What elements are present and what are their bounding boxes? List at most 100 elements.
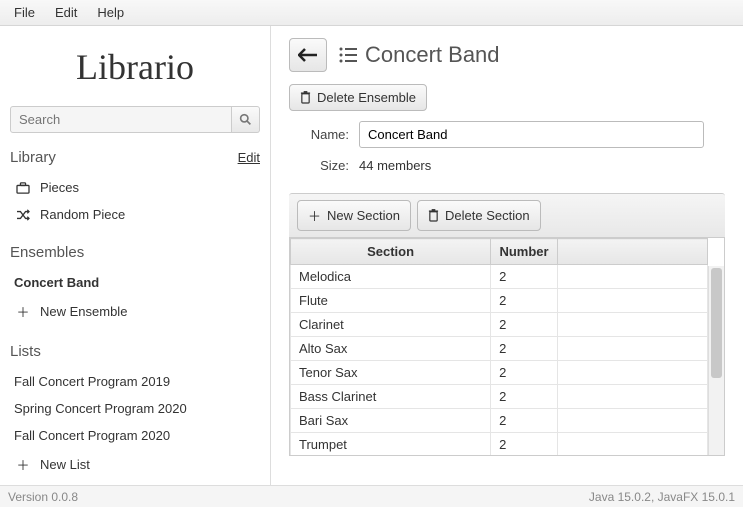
sidebar-item-list[interactable]: Spring Concert Program 2020 [10,395,260,422]
ensembles-header: Ensembles [10,244,260,261]
button-label: Delete Section [445,208,530,223]
new-list-button[interactable]: ＋ New List [10,449,260,480]
cell-blank [557,289,707,313]
page-title-row: Concert Band [339,42,500,68]
size-row: Size: 44 members [289,158,725,173]
form-area: Delete Ensemble Name: Size: 44 members [271,84,743,193]
sidebar-item-concert-band[interactable]: Concert Band [10,269,260,296]
new-ensemble-button[interactable]: ＋ New Ensemble [10,296,260,327]
cell-number[interactable]: 2 [491,409,558,433]
library-header: Library Edit [10,149,260,166]
sidebar-item-random[interactable]: Random Piece [10,201,260,228]
cell-blank [557,313,707,337]
sidebar-item-label: Random Piece [40,207,125,222]
table-row[interactable]: Tenor Sax2 [291,361,708,385]
cell-section[interactable]: Flute [291,289,491,313]
size-label: Size: [289,158,349,173]
menubar: File Edit Help [0,0,743,26]
new-section-button[interactable]: ＋ New Section [297,200,411,231]
search-button[interactable] [232,106,260,133]
table-row[interactable]: Melodica2 [291,265,708,289]
cell-number[interactable]: 2 [491,313,558,337]
sidebar-item-label: Fall Concert Program 2019 [14,374,170,389]
status-runtime: Java 15.0.2, JavaFX 15.0.1 [589,490,735,504]
sidebar-item-list[interactable]: Fall Concert Program 2020 [10,422,260,449]
cell-number[interactable]: 2 [491,385,558,409]
name-label: Name: [289,127,349,142]
sidebar-item-label: Pieces [40,180,79,195]
sidebar-item-list[interactable]: Fall Concert Program 2019 [10,368,260,395]
cell-number[interactable]: 2 [491,361,558,385]
delete-ensemble-button[interactable]: Delete Ensemble [289,84,427,111]
plus-icon: ＋ [14,302,32,321]
lists-header: Lists [10,343,260,360]
size-value: 44 members [359,158,431,173]
table-row[interactable]: Bass Clarinet2 [291,385,708,409]
sidebar-item-label: New List [40,457,90,472]
sidebar-item-label: New Ensemble [40,304,127,319]
sidebar-item-label: Spring Concert Program 2020 [14,401,187,416]
shuffle-icon [14,209,32,221]
cell-section[interactable]: Trumpet [291,433,491,457]
cell-section[interactable]: Bass Clarinet [291,385,491,409]
table-scrollbar[interactable] [708,266,724,455]
cell-section[interactable]: Alto Sax [291,337,491,361]
cell-number[interactable]: 2 [491,265,558,289]
list-icon [339,47,357,63]
menu-help[interactable]: Help [87,1,134,24]
table-row[interactable]: Alto Sax2 [291,337,708,361]
sidebar: Librario Library Edit Pieces Random Piec… [0,26,270,485]
menu-file[interactable]: File [4,1,45,24]
cell-blank [557,409,707,433]
cell-section[interactable]: Bari Sax [291,409,491,433]
search-icon [239,113,252,126]
content-header: Concert Band [271,26,743,84]
plus-icon: ＋ [14,455,32,474]
cell-section[interactable]: Tenor Sax [291,361,491,385]
cell-blank [557,433,707,457]
cell-number[interactable]: 2 [491,337,558,361]
cell-blank [557,265,707,289]
trash-icon [428,209,439,222]
scrollbar-thumb[interactable] [711,268,722,378]
cell-section[interactable]: Clarinet [291,313,491,337]
library-edit-link[interactable]: Edit [238,150,260,165]
briefcase-icon [14,182,32,194]
cell-blank [557,361,707,385]
menu-edit[interactable]: Edit [45,1,87,24]
col-number[interactable]: Number [491,239,558,265]
cell-blank [557,337,707,361]
table-row[interactable]: Flute2 [291,289,708,313]
library-title: Library [10,149,56,166]
arrow-left-icon [298,48,318,62]
delete-section-button[interactable]: Delete Section [417,200,541,231]
sections-table: Section Number Melodica2Flute2Clarinet2A… [290,238,708,456]
name-row: Name: [289,121,725,148]
plus-icon: ＋ [308,206,321,225]
table-row[interactable]: Bari Sax2 [291,409,708,433]
sections-table-wrap: Section Number Melodica2Flute2Clarinet2A… [289,238,725,456]
button-label: Delete Ensemble [317,90,416,105]
col-section[interactable]: Section [291,239,491,265]
cell-blank [557,385,707,409]
trash-icon [300,91,311,104]
sidebar-item-label: Fall Concert Program 2020 [14,428,170,443]
cell-section[interactable]: Melodica [291,265,491,289]
name-input[interactable] [359,121,704,148]
search-input[interactable] [10,106,232,133]
cell-number[interactable]: 2 [491,433,558,457]
ensembles-title: Ensembles [10,244,84,261]
status-bar: Version 0.0.8 Java 15.0.2, JavaFX 15.0.1 [0,485,743,507]
table-row[interactable]: Clarinet2 [291,313,708,337]
status-version: Version 0.0.8 [8,490,78,504]
lists-title: Lists [10,343,41,360]
app-logo: Librario [10,26,260,106]
sidebar-item-pieces[interactable]: Pieces [10,174,260,201]
cell-number[interactable]: 2 [491,289,558,313]
table-row[interactable]: Trumpet2 [291,433,708,457]
sidebar-item-label: Concert Band [14,275,99,290]
back-button[interactable] [289,38,327,72]
search-row [10,106,260,133]
col-blank [557,239,707,265]
page-title: Concert Band [365,42,500,68]
